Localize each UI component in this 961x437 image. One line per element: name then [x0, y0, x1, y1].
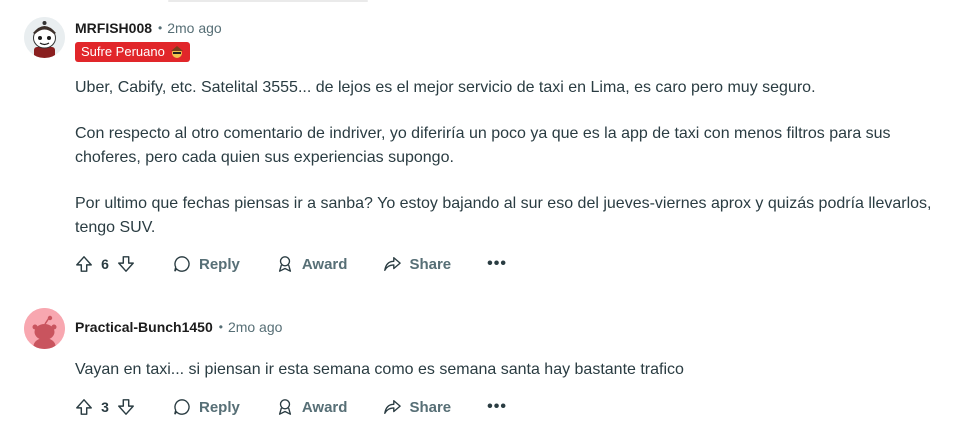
avatar[interactable] — [24, 308, 65, 349]
award-label: Award — [301, 255, 348, 273]
thread-divider — [168, 0, 368, 2]
comment-paragraph: Por ultimo que fechas piensas ir a sanba… — [75, 195, 932, 236]
reply-label: Reply — [199, 255, 240, 273]
timestamp[interactable]: 2mo ago — [228, 319, 282, 335]
share-button[interactable]: Share — [383, 255, 451, 273]
reply-button[interactable]: Reply — [173, 398, 240, 416]
comment-paragraph: Con respecto al otro comentario de indri… — [75, 125, 891, 166]
comment-bubble-icon — [174, 256, 190, 272]
share-label: Share — [409, 255, 452, 273]
downvote-icon[interactable] — [117, 398, 135, 416]
comment-actions: 6 Reply Award Share ••• — [75, 248, 507, 280]
username[interactable]: MRFISH008 — [75, 20, 152, 36]
more-options-button[interactable]: ••• — [487, 255, 507, 273]
share-label: Share — [409, 398, 452, 416]
upvote-icon[interactable] — [75, 255, 93, 273]
award-label: Award — [301, 398, 348, 416]
share-icon — [384, 257, 402, 271]
username[interactable]: Practical-Bunch1450 — [75, 319, 213, 335]
award-icon — [278, 256, 291, 272]
vote-group: 3 — [75, 398, 135, 416]
flair-emoji-icon — [170, 46, 183, 58]
vote-score: 3 — [101, 399, 109, 415]
upvote-icon[interactable] — [75, 398, 93, 416]
user-flair: Sufre Peruano — [75, 42, 190, 62]
downvote-icon[interactable] — [117, 255, 135, 273]
snoo-avatar-icon — [24, 17, 65, 58]
comment-header: Practical-Bunch1450 • 2mo ago — [75, 319, 282, 335]
share-icon — [384, 400, 402, 414]
comment-paragraph: Uber, Cabify, etc. Satelital 3555... de … — [75, 79, 816, 96]
separator: • — [158, 21, 163, 35]
vote-score: 6 — [101, 256, 109, 272]
separator: • — [218, 320, 223, 334]
award-icon — [278, 399, 291, 415]
comment-header: MRFISH008 • 2mo ago — [75, 20, 222, 36]
flair-label: Sufre Peruano — [81, 44, 165, 59]
comment-actions: 3 Reply Award Share ••• — [75, 391, 507, 423]
timestamp[interactable]: 2mo ago — [167, 20, 221, 36]
share-button[interactable]: Share — [383, 398, 451, 416]
avatar[interactable] — [24, 17, 65, 58]
award-button[interactable]: Award — [276, 398, 348, 416]
award-button[interactable]: Award — [276, 255, 348, 273]
comment-bubble-icon — [174, 399, 190, 415]
reply-button[interactable]: Reply — [173, 255, 240, 273]
reply-label: Reply — [199, 398, 240, 416]
default-snoo-avatar-icon — [24, 308, 65, 349]
more-options-button[interactable]: ••• — [487, 398, 507, 416]
vote-group: 6 — [75, 255, 135, 273]
comment-paragraph: Vayan en taxi... si piensan ir esta sema… — [75, 361, 684, 378]
